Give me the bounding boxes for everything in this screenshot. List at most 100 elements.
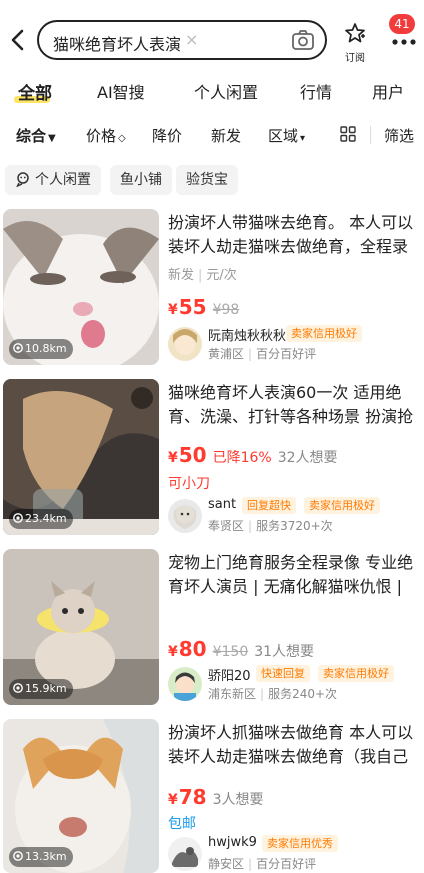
listing-title[interactable]: 扮演坏人带猫咪去绝育。 本人可以装坏人劫走猫咪去做绝育，全程录 xyxy=(168,211,418,261)
seller-location: 黄浦区 | 百分百好评 xyxy=(208,345,316,362)
sort-price[interactable]: 价格 ◇ xyxy=(86,125,126,146)
seller-info[interactable]: 骄阳20 快速回复 卖家信用极好 浦东新区 | 服务240+次 xyxy=(168,665,424,705)
listing-card[interactable]: 10.8km 扮演坏人带猫咪去绝育。 本人可以装坏人劫走猫咪去做绝育，全程录 新… xyxy=(0,209,424,371)
tab-all[interactable]: 全部 xyxy=(18,79,52,104)
listing-title[interactable]: 扮演坏人抓猫咪去做绝育 本人可以装坏人劫走猫咪去做绝育（我自己 xyxy=(168,721,418,771)
tab-ai-search[interactable]: AI智搜 xyxy=(97,79,145,103)
top-bar: 猫咪绝育坏人表演 × 订阅 41 xyxy=(0,0,424,74)
seller-region: 奉贤区 xyxy=(208,519,245,533)
seller-info[interactable]: sant 回复超快 卖家信用极好 奉贤区 | 服务3720+次 xyxy=(168,497,424,537)
listing-card[interactable]: 13.3km 扮演坏人抓猫咪去做绝育 本人可以装坏人劫走猫咪去做绝育（我自己 ¥… xyxy=(0,719,424,873)
distance-badge: 15.9km xyxy=(9,679,73,699)
seller-location: 奉贤区 | 服务3720+次 xyxy=(208,517,333,534)
chevron-down-icon: ▼ xyxy=(48,133,56,144)
avatar[interactable] xyxy=(168,837,202,871)
price: ¥78 xyxy=(168,785,207,809)
avatar[interactable] xyxy=(168,667,202,701)
distance-value: 13.3km xyxy=(25,850,67,863)
seller-name[interactable]: hwjwk9 xyxy=(208,835,257,850)
grid-view-icon[interactable] xyxy=(340,126,356,142)
sort-comprehensive[interactable]: 综合 ▼ xyxy=(16,125,56,146)
seller-stat: 百分百好评 xyxy=(256,857,317,871)
seller-name[interactable]: 骄阳20 xyxy=(208,665,251,684)
location-pin-icon xyxy=(13,851,23,861)
chip-personal-idle[interactable]: 个人闲置 xyxy=(5,165,101,195)
divider: | xyxy=(248,347,253,361)
avatar-image xyxy=(168,837,202,871)
notification-badge: 41 xyxy=(389,14,415,34)
price: ¥80 xyxy=(168,637,207,661)
location-pin-icon xyxy=(13,683,23,693)
avatar[interactable] xyxy=(168,499,202,533)
chevron-left-icon xyxy=(11,29,24,51)
yen-symbol: ¥ xyxy=(168,450,178,466)
seller-region: 静安区 xyxy=(208,857,245,871)
distance-badge: 23.4km xyxy=(9,509,73,529)
chip-personal-idle-label: 个人闲置 xyxy=(35,172,91,188)
play-icon xyxy=(131,387,159,535)
free-shipping-tag: 包邮 xyxy=(168,816,196,832)
listing-image[interactable]: 23.4km xyxy=(3,379,159,535)
seller-info[interactable]: hwjwk9 卖家信用优秀 静安区 | 百分百好评 xyxy=(168,835,424,873)
price-line: ¥50 已降16% 32人想要 xyxy=(168,443,338,467)
price-value: 78 xyxy=(178,785,207,809)
listing-title[interactable]: 猫咪绝育坏人表演60一次 适用绝育、洗澡、打针等各种场景 扮演抢 xyxy=(168,381,418,431)
price-value: 50 xyxy=(178,443,207,467)
listing-image[interactable]: 13.3km xyxy=(3,719,159,873)
want-count: 3人想要 xyxy=(212,792,264,808)
video-play-icon xyxy=(131,387,153,409)
listing-image[interactable]: 15.9km xyxy=(3,549,159,705)
avatar[interactable] xyxy=(168,327,202,361)
seller-stat: 百分百好评 xyxy=(256,347,317,361)
seller-badge: 回复超快 xyxy=(242,497,296,514)
tab-users[interactable]: 用户 xyxy=(372,79,404,103)
bargain-tag: 可小刀 xyxy=(168,476,210,492)
seller-badge: 卖家信用极好 xyxy=(304,497,380,514)
distance-value: 15.9km xyxy=(25,682,67,695)
distance-value: 23.4km xyxy=(25,512,67,525)
seller-stat: 服务240+次 xyxy=(268,687,338,701)
seller-badge: 卖家信用极好 xyxy=(318,665,394,682)
yen-symbol: ¥ xyxy=(168,644,178,660)
seller-name[interactable]: 阮南烛秋秋秋 xyxy=(208,325,286,344)
divider: | xyxy=(248,519,253,533)
person-bubble-icon xyxy=(16,172,29,187)
price: ¥50 xyxy=(168,443,207,467)
listing-image[interactable]: 10.8km xyxy=(3,209,159,365)
quick-filter-chips: 个人闲置 鱼小铺 验货宝 xyxy=(0,162,424,198)
listing-title[interactable]: 宠物上门绝育服务全程录像 专业绝育坏人演员 | 无痛化解猫咪仇恨 | xyxy=(168,551,418,601)
seller-badge: 卖家信用极好 xyxy=(286,325,362,342)
subscribe-button[interactable]: 订阅 xyxy=(340,22,370,64)
sort-region[interactable]: 区域 ▾ xyxy=(268,125,305,146)
seller-badge: 卖家信用优秀 xyxy=(262,835,338,852)
yen-symbol: ¥ xyxy=(168,792,178,808)
seller-name[interactable]: sant xyxy=(208,497,236,512)
filter-button[interactable]: 筛选 xyxy=(384,125,414,146)
location-pin-icon xyxy=(13,343,23,353)
search-input[interactable]: 猫咪绝育坏人表演 × xyxy=(37,20,327,60)
seller-info[interactable]: 阮南烛秋秋秋 卖家信用极好 黄浦区 | 百分百好评 xyxy=(168,325,424,365)
more-menu-button[interactable]: 41 xyxy=(388,14,420,54)
sort-updown-icon: ◇ xyxy=(118,133,126,144)
divider xyxy=(370,126,371,144)
camera-icon[interactable] xyxy=(291,29,315,51)
search-query[interactable]: 猫咪绝育坏人表演 xyxy=(53,31,181,55)
tab-market[interactable]: 行情 xyxy=(300,79,332,103)
avatar-image xyxy=(168,667,202,701)
tag-new: 新发 xyxy=(168,268,195,283)
category-tabs: 全部 AI智搜 个人闲置 行情 用户 xyxy=(0,74,424,114)
tab-personal-idle[interactable]: 个人闲置 xyxy=(194,79,258,103)
seller-region: 浦东新区 xyxy=(208,687,257,701)
chip-fish-shop[interactable]: 鱼小铺 xyxy=(110,165,172,195)
sort-price-drop[interactable]: 降价 xyxy=(152,125,182,146)
seller-location: 浦东新区 | 服务240+次 xyxy=(208,685,337,702)
sort-new[interactable]: 新发 xyxy=(211,125,241,146)
yen-symbol: ¥ xyxy=(168,302,178,318)
listing-card[interactable]: 15.9km 宠物上门绝育服务全程录像 专业绝育坏人演员 | 无痛化解猫咪仇恨 … xyxy=(0,549,424,711)
back-button[interactable] xyxy=(8,26,28,54)
clear-search-icon[interactable]: × xyxy=(185,30,198,49)
listing-card[interactable]: 23.4km 猫咪绝育坏人表演60一次 适用绝育、洗澡、打针等各种场景 扮演抢 … xyxy=(0,379,424,541)
tag-unit: 元/次 xyxy=(206,268,237,283)
chip-inspection[interactable]: 验货宝 xyxy=(176,165,238,195)
seller-region: 黄浦区 xyxy=(208,347,245,361)
